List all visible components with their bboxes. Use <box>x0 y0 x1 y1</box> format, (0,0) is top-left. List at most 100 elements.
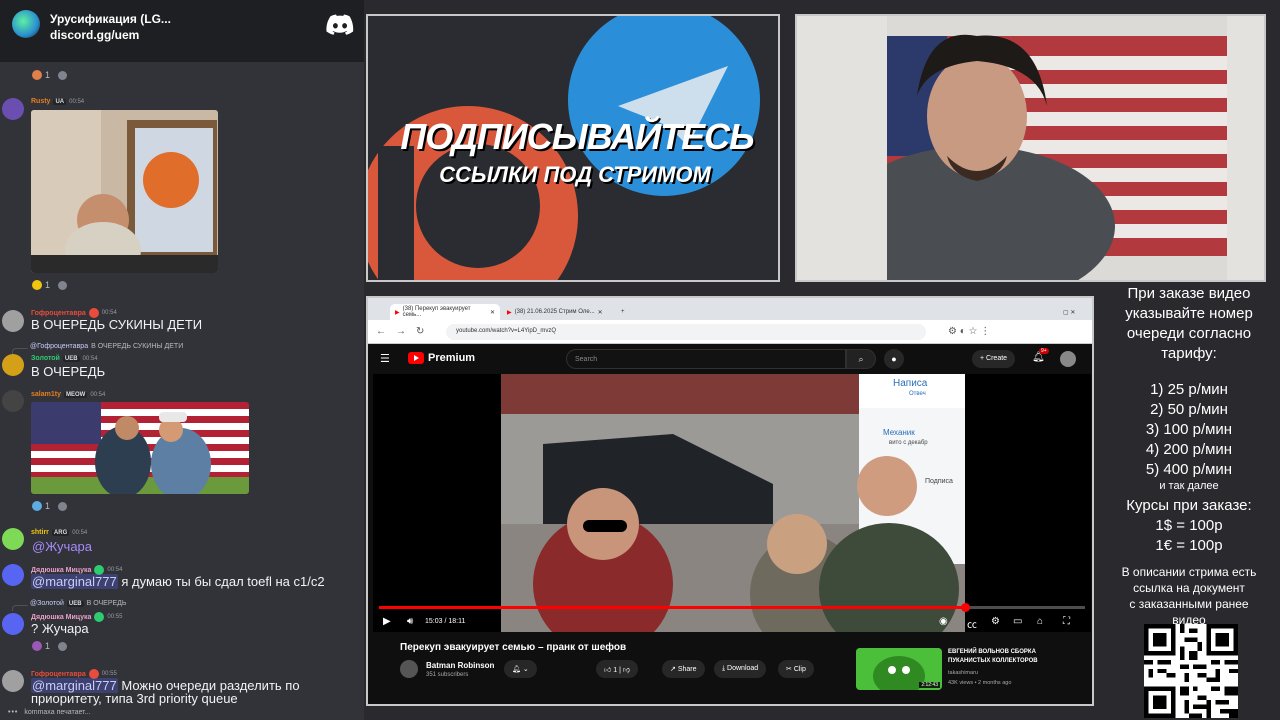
reply-username: @Гофроцентавра <box>30 343 89 350</box>
rate-eur: 1€ = 100р <box>1155 537 1223 554</box>
embedded-image[interactable] <box>31 402 249 494</box>
add-reaction-icon[interactable] <box>58 70 68 80</box>
mic-icon[interactable]: ● <box>884 349 904 369</box>
window-controls-icon[interactable]: ▢ ✕ <box>1058 304 1080 320</box>
forward-icon[interactable]: → <box>396 326 406 337</box>
user-tag: MEOW <box>63 391 88 398</box>
mention[interactable]: @marginal777 <box>31 574 118 589</box>
reaction-chip[interactable]: 1 <box>32 501 50 511</box>
reaction-chip[interactable]: 1 <box>32 70 50 80</box>
reply-tag: UEB <box>66 600 84 607</box>
reaction-chip[interactable]: 1 <box>32 641 50 651</box>
menu-icon[interactable]: ☰ <box>380 352 390 365</box>
timestamp: 00:54 <box>107 567 123 573</box>
rate-usd: 1$ = 100р <box>1155 517 1223 534</box>
browser-tab-active[interactable]: ▶ (38) Перекуп эвакуирует семь... ✕ <box>390 304 500 320</box>
username[interactable]: Дядюшка Мицука <box>31 567 91 574</box>
reload-icon[interactable]: ↻ <box>416 326 424 337</box>
browser-tabbar: ▶ (38) Перекуп эвакуирует семь... ✕ ▶ (3… <box>368 298 1092 320</box>
add-reaction-icon[interactable] <box>58 641 68 651</box>
cast-icon[interactable]: ⌂ <box>1037 616 1043 627</box>
progress-fill <box>379 606 965 609</box>
rates-title: Курсы при заказе: <box>1126 497 1252 514</box>
reply-text: В ОЧЕРЕДЬ <box>86 600 127 607</box>
avatar[interactable] <box>2 613 24 635</box>
username[interactable]: Гофроцентавра <box>31 310 86 317</box>
like-button[interactable]: 👍︎ 1 | 👎︎ <box>596 660 638 678</box>
reactions-row: 1 <box>32 70 68 80</box>
browser-tab[interactable]: ▶ (38) 21.06.2025 Стрим Оле... ✕ <box>502 304 612 320</box>
youtube-play-icon <box>408 352 424 364</box>
play-icon[interactable]: ▶ <box>383 616 391 627</box>
extensions-icon[interactable]: ⚙ ◐ ☆ ⋮ <box>948 326 990 337</box>
reply-username: @Золотой <box>30 600 64 607</box>
avatar[interactable] <box>2 310 24 332</box>
reply-text: В ОЧЕРЕДЬ СУКИНЫ ДЕТИ <box>91 343 184 350</box>
avatar[interactable] <box>2 670 24 692</box>
username[interactable]: salam1ty <box>31 391 61 398</box>
settings-icon[interactable]: ⚙ <box>991 616 1000 627</box>
video-title: Перекуп эвакуирует семью – пранк от шефо… <box>400 642 627 653</box>
message-meta: shtirr ARG 00:54 <box>31 529 87 536</box>
time-display: 15:03 / 18:11 <box>425 618 466 625</box>
progress-bar[interactable] <box>379 603 1085 612</box>
reaction-chip[interactable]: 1 <box>32 280 50 290</box>
channel-avatar[interactable] <box>400 660 418 678</box>
back-icon[interactable]: ← <box>376 326 386 337</box>
search-input[interactable]: Search <box>566 349 846 369</box>
address-row: ← → ↻ youtube.com/watch?v=L4YipD_mvzQ ⚙ … <box>368 320 1092 344</box>
tariff-etc: и так далее <box>1159 480 1219 492</box>
reply-preview[interactable]: @Гофроцентавра В ОЧЕРЕДЬ СУКИНЫ ДЕТИ <box>30 343 183 350</box>
channel-name[interactable]: Batman Robinson <box>426 661 494 670</box>
username[interactable]: Дядюшка Мицука <box>31 614 91 621</box>
add-reaction-icon[interactable] <box>58 501 68 511</box>
reaction-emoji-icon <box>32 70 42 80</box>
scrubber-handle[interactable] <box>960 603 970 612</box>
youtube-favicon-icon: ▶ <box>507 309 512 316</box>
username[interactable]: Золотой <box>31 355 60 362</box>
share-button[interactable]: ↗ Share <box>662 660 705 678</box>
recommended-title[interactable]: ЕВГЕНИЙ ВОЛЬНОВ СБОРКА ПУКАНИСТЫХ КОЛЛЕК… <box>948 648 1058 666</box>
recommended-thumbnail[interactable]: 2:12:43 <box>856 648 942 690</box>
close-tab-icon[interactable]: ✕ <box>598 309 603 316</box>
message-text: В ОЧЕРЕДЬ <box>31 364 106 379</box>
username[interactable]: Rusty <box>31 98 50 105</box>
avatar[interactable] <box>2 390 24 412</box>
user-tag: UA <box>53 98 67 105</box>
description-note: В описании стрима есть ссылка на докумен… <box>1121 565 1257 627</box>
avatar[interactable] <box>2 564 24 586</box>
recommended-channel: takashimaru <box>948 670 978 676</box>
avatar[interactable] <box>2 98 24 120</box>
avatar[interactable] <box>2 528 24 550</box>
avatar[interactable] <box>2 354 24 376</box>
volume-icon[interactable]: 🔊︎ <box>407 616 413 627</box>
reply-preview[interactable]: @Золотой UEB В ОЧЕРЕДЬ <box>30 600 127 607</box>
username[interactable]: Гофроцентавра <box>31 671 86 678</box>
subscribe-bell-button[interactable]: 🔔︎ ⌄ <box>504 660 537 678</box>
tariff-list: 1) 25 р/мин 2) 50 р/мин 3) 100 р/мин 4) … <box>1145 381 1233 478</box>
message-text: ? Жучара <box>31 621 89 636</box>
video-player[interactable]: Написа Отвеч Механик вито с декабр Подпи… <box>373 374 1091 632</box>
miniplayer-icon[interactable]: ▭ <box>1013 616 1022 627</box>
clip-button[interactable]: ✂ Clip <box>778 660 814 678</box>
server-invite[interactable]: discord.gg/uem <box>50 28 139 42</box>
mention[interactable]: @Жучара <box>31 539 93 554</box>
subtitles-icon[interactable]: ㏄ <box>967 616 977 631</box>
add-reaction-icon[interactable] <box>58 280 68 290</box>
timestamp: 00:55 <box>107 614 123 620</box>
address-bar[interactable]: youtube.com/watch?v=L4YipD_mvzQ <box>446 324 926 340</box>
autoplay-toggle-icon[interactable]: ◉ <box>939 616 948 627</box>
reaction-emoji-icon <box>32 280 42 290</box>
create-button[interactable]: + Create <box>972 350 1016 368</box>
new-tab-icon[interactable]: + <box>616 304 630 320</box>
account-avatar[interactable] <box>1060 351 1076 367</box>
embedded-image[interactable] <box>31 110 218 273</box>
timestamp: 00:54 <box>82 355 98 362</box>
fullscreen-icon[interactable]: ⛶ <box>1063 616 1070 627</box>
close-tab-icon[interactable]: ✕ <box>490 309 495 316</box>
qr-code <box>1144 624 1238 718</box>
search-icon[interactable]: ⌕ <box>846 349 876 369</box>
youtube-logo[interactable]: Premium <box>408 352 475 364</box>
download-button[interactable]: ⤓ Download <box>714 660 767 678</box>
username[interactable]: shtirr <box>31 529 49 536</box>
